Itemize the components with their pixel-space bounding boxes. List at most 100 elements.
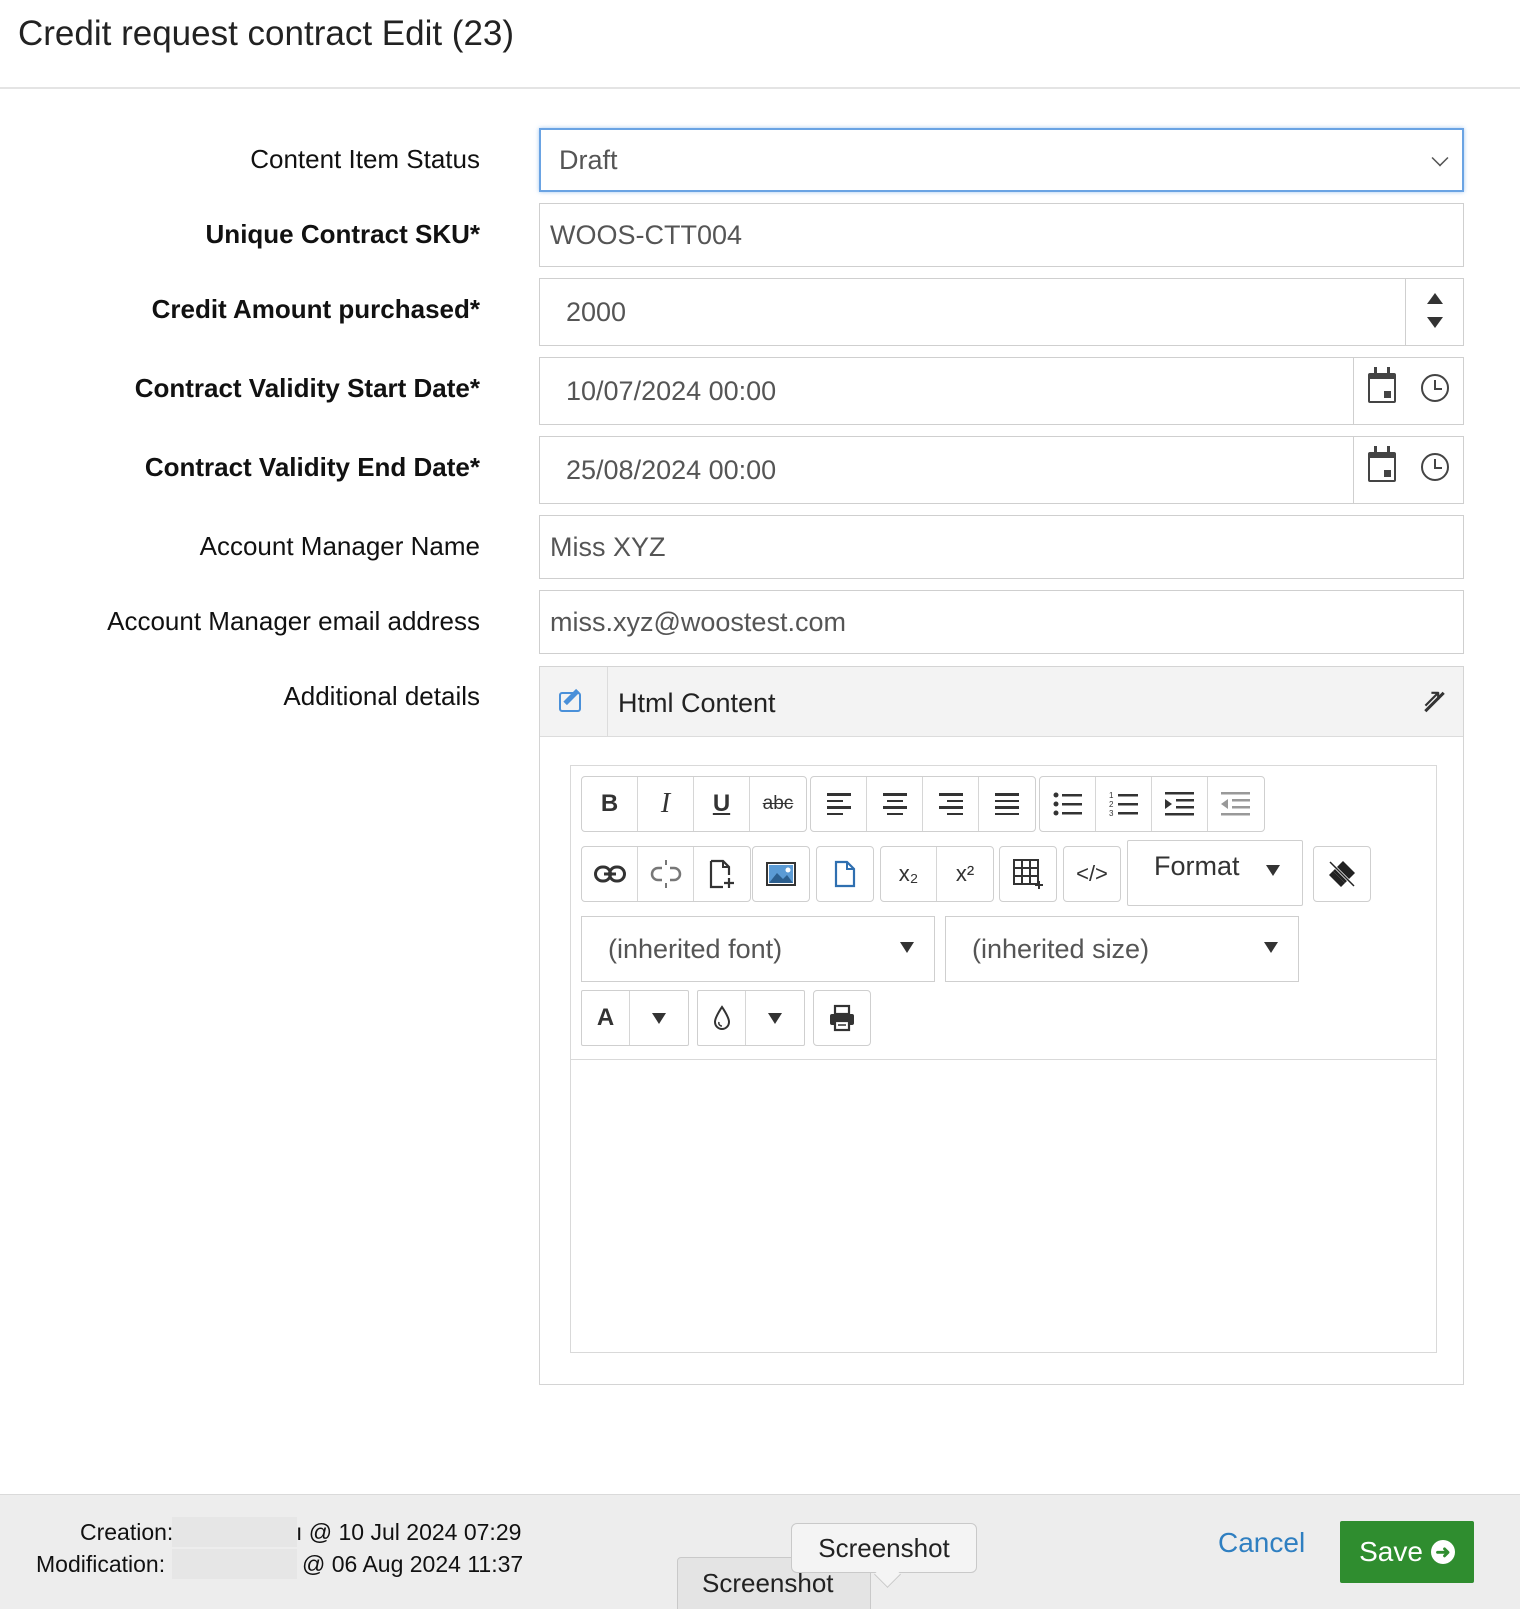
start-date-label: Contract Validity Start Date*: [134, 373, 480, 403]
outdent-icon[interactable]: [1208, 777, 1264, 831]
save-button[interactable]: Save ➜: [1340, 1521, 1474, 1583]
font-size-select[interactable]: (inherited size): [945, 916, 1299, 982]
text-style-group: B I U abc: [581, 776, 807, 832]
text-color-dropdown[interactable]: [630, 991, 688, 1045]
image-icon[interactable]: [753, 847, 809, 901]
numbered-list-icon[interactable]: 123: [1096, 777, 1152, 831]
table-group: [999, 846, 1057, 902]
link-icon[interactable]: [582, 847, 638, 901]
format-label: Format: [1154, 851, 1240, 881]
status-select[interactable]: Draft: [539, 128, 1464, 192]
align-left-icon[interactable]: [811, 777, 867, 831]
manager-name-input[interactable]: Miss XYZ: [539, 515, 1464, 579]
document-icon[interactable]: [817, 847, 873, 901]
bold-icon[interactable]: B: [582, 777, 638, 831]
code-icon[interactable]: </>: [1064, 847, 1120, 901]
clock-icon[interactable]: [1421, 374, 1449, 402]
font-family-value: (inherited font): [608, 933, 783, 964]
text-color-icon[interactable]: A: [582, 991, 630, 1045]
alignment-group: [810, 776, 1036, 832]
font-family-select[interactable]: (inherited font): [581, 916, 935, 982]
end-date-label: Contract Validity End Date*: [144, 452, 480, 482]
chevron-down-icon: [768, 1012, 782, 1024]
svg-text:2: 2: [1109, 800, 1114, 809]
creation-label: Creation:: [80, 1519, 174, 1545]
redacted-creator: [172, 1517, 297, 1547]
title-divider: [0, 87, 1520, 89]
credit-value: 2000: [566, 296, 627, 327]
align-center-icon[interactable]: [867, 777, 923, 831]
expand-icon[interactable]: [1421, 683, 1445, 714]
format-select[interactable]: Format: [1127, 840, 1303, 906]
document-group: [816, 846, 874, 902]
svg-text:1: 1: [1109, 791, 1114, 800]
credit-input[interactable]: 2000: [539, 278, 1464, 346]
print-icon[interactable]: [814, 991, 870, 1045]
underline-icon[interactable]: U: [694, 777, 750, 831]
editor-toolbar: B I U abc 123 x₂ x² </> Format (inherite…: [571, 766, 1436, 1060]
details-label: Additional details: [283, 681, 480, 711]
html-editor-panel: Html Content B I U abc: [539, 666, 1464, 1385]
editor-header-title: Html Content: [618, 688, 776, 718]
sku-label: Unique Contract SKU*: [205, 219, 480, 249]
status-label: Content Item Status: [250, 144, 480, 174]
footer-bar: Creation: Modification: ı @ 10 Jul 2024 …: [0, 1494, 1520, 1609]
sku-input[interactable]: WOOS-CTT004: [539, 203, 1464, 267]
number-spinner[interactable]: [1405, 279, 1463, 345]
subscript-icon[interactable]: x₂: [881, 847, 937, 901]
italic-icon[interactable]: I: [638, 777, 694, 831]
page-title: Credit request contract Edit (23): [18, 14, 515, 53]
increment-arrow-icon[interactable]: [1427, 293, 1443, 304]
editor-content-area[interactable]: [571, 1060, 1436, 1352]
bullet-list-icon[interactable]: [1040, 777, 1096, 831]
image-group: [752, 846, 810, 902]
table-icon[interactable]: [1000, 847, 1056, 901]
new-document-icon[interactable]: [694, 847, 750, 901]
manager-email-value: miss.xyz@woostest.com: [550, 606, 846, 637]
chevron-down-icon: [1264, 942, 1278, 953]
start-date-value: 10/07/2024 00:00: [566, 375, 777, 406]
text-color-group: A: [581, 990, 689, 1046]
clock-icon[interactable]: [1421, 453, 1449, 481]
clear-format-group: [1313, 846, 1371, 902]
end-date-input[interactable]: 25/08/2024 00:00: [539, 436, 1464, 504]
link-group: [581, 846, 751, 902]
manager-name-label: Account Manager Name: [199, 531, 480, 561]
sku-value: WOOS-CTT004: [550, 219, 743, 250]
background-color-dropdown[interactable]: [746, 991, 804, 1045]
edit-icon-cell: [540, 667, 608, 736]
tooltip-text: Screenshot: [818, 1532, 950, 1563]
manager-email-input[interactable]: miss.xyz@woostest.com: [539, 590, 1464, 654]
superscript-icon[interactable]: x²: [937, 847, 993, 901]
background-color-icon[interactable]: [698, 991, 746, 1045]
cancel-button[interactable]: Cancel: [1218, 1527, 1305, 1559]
chevron-down-icon: [1266, 865, 1280, 876]
end-date-buttons: [1353, 437, 1463, 503]
unlink-icon[interactable]: [638, 847, 694, 901]
clear-format-icon[interactable]: [1314, 847, 1370, 901]
manager-name-value: Miss XYZ: [550, 531, 666, 562]
indent-icon[interactable]: [1152, 777, 1208, 831]
align-justify-icon[interactable]: [979, 777, 1035, 831]
decrement-arrow-icon[interactable]: [1427, 317, 1443, 328]
redacted-modifier: [172, 1549, 297, 1579]
list-group: 123: [1039, 776, 1265, 832]
font-size-value: (inherited size): [972, 933, 1150, 964]
chevron-down-icon: [1431, 149, 1449, 167]
chevron-down-icon: [900, 942, 914, 953]
save-label: Save: [1359, 1536, 1423, 1567]
svg-text:3: 3: [1109, 809, 1114, 818]
modification-value: @ 06 Aug 2024 11:37: [302, 1551, 524, 1577]
background-color-group: [697, 990, 805, 1046]
strikethrough-icon[interactable]: abc: [750, 777, 806, 831]
start-date-buttons: [1353, 358, 1463, 424]
script-group: x₂ x²: [880, 846, 994, 902]
calendar-icon[interactable]: [1368, 367, 1396, 403]
start-date-input[interactable]: 10/07/2024 00:00: [539, 357, 1464, 425]
print-group: [813, 990, 871, 1046]
calendar-icon[interactable]: [1368, 446, 1396, 482]
modification-label: Modification:: [36, 1551, 166, 1577]
manager-email-label: Account Manager email address: [107, 606, 480, 636]
align-right-icon[interactable]: [923, 777, 979, 831]
edit-icon[interactable]: [559, 692, 581, 712]
